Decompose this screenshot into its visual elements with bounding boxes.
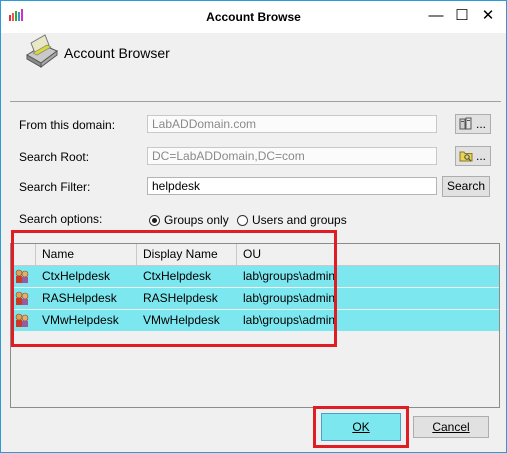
table-row[interactable]: RASHelpdesk RASHelpdesk lab\groups\admin (11, 288, 499, 309)
group-icon (15, 291, 29, 305)
cancel-button[interactable]: Cancel (413, 416, 489, 438)
table-row[interactable]: CtxHelpdesk CtxHelpdesk lab\groups\admin (11, 266, 499, 287)
root-label: Search Root: (19, 150, 90, 164)
column-ou[interactable]: OU (237, 244, 499, 265)
ok-button[interactable]: OK (321, 413, 401, 441)
domain-browse-button[interactable]: ... (455, 114, 491, 134)
header-icon-column (11, 244, 36, 265)
users-and-groups-radio[interactable]: Users and groups (237, 213, 347, 227)
maximize-button[interactable]: ☐ (449, 5, 475, 27)
scanner-icon (26, 34, 58, 68)
search-button[interactable]: Search (442, 176, 490, 197)
header-divider (10, 101, 501, 102)
root-field[interactable]: DC=LabADDomain,DC=com (147, 147, 437, 165)
title-bar: Account Browse — ☐ ✕ (1, 1, 506, 33)
group-icon (15, 269, 29, 283)
row-name: CtxHelpdesk (42, 269, 111, 283)
groups-only-radio[interactable]: Groups only (149, 213, 229, 227)
row-ou: lab\groups\admin (243, 313, 336, 327)
root-browse-label: ... (476, 149, 487, 163)
grid-header: Name Display Name OU (11, 244, 499, 266)
row-name: RASHelpdesk (42, 291, 117, 305)
table-row[interactable]: VMwHelpdesk VMwHelpdesk lab\groups\admin (11, 310, 499, 331)
cancel-label: Cancel (432, 420, 470, 434)
row-display-name: CtxHelpdesk (143, 269, 212, 283)
header: Account Browser (1, 33, 506, 103)
row-ou: lab\groups\admin (243, 269, 336, 283)
results-grid[interactable]: Name Display Name OU CtxHelpdesk CtxHelp… (10, 243, 500, 408)
minimize-button[interactable]: — (423, 5, 449, 27)
row-name: VMwHelpdesk (42, 313, 119, 327)
header-title: Account Browser (64, 45, 170, 61)
column-name[interactable]: Name (36, 244, 137, 265)
users-and-groups-label: Users and groups (252, 213, 347, 227)
radio-dot-selected (149, 214, 160, 226)
account-browse-window: Account Browse — ☐ ✕ Account Browser Fro… (0, 0, 507, 453)
options-label: Search options: (19, 212, 103, 226)
filter-input[interactable]: helpdesk (147, 177, 437, 195)
root-browse-button[interactable]: ... (455, 146, 491, 166)
radio-dot (237, 214, 248, 226)
row-ou: lab\groups\admin (243, 291, 336, 305)
row-display-name: VMwHelpdesk (143, 313, 220, 327)
group-icon (15, 313, 29, 327)
domain-label: From this domain: (19, 118, 116, 132)
servers-icon (459, 117, 472, 130)
row-display-name: RASHelpdesk (143, 291, 218, 305)
column-display-name[interactable]: Display Name (137, 244, 237, 265)
domain-field[interactable]: LabADDomain.com (147, 115, 437, 133)
folder-icon (459, 151, 473, 162)
filter-label: Search Filter: (19, 180, 91, 194)
close-button[interactable]: ✕ (475, 5, 501, 27)
domain-browse-label: ... (476, 117, 487, 131)
groups-only-label: Groups only (164, 213, 229, 227)
